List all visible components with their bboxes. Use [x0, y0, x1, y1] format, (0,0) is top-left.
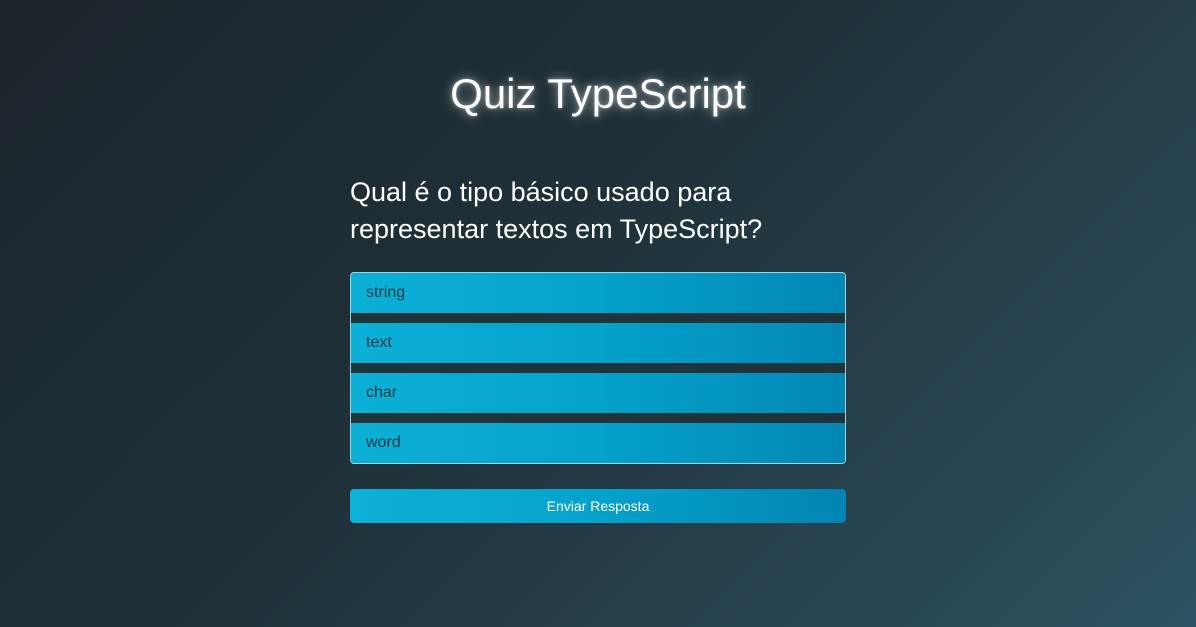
answer-options: string text char word — [350, 272, 846, 464]
submit-answer-button[interactable]: Enviar Resposta — [350, 489, 846, 523]
option-char[interactable]: char — [351, 363, 845, 413]
quiz-container: Qual é o tipo básico usado para represen… — [350, 174, 846, 523]
option-text[interactable]: text — [351, 313, 845, 363]
option-word[interactable]: word — [351, 413, 845, 463]
question-text: Qual é o tipo básico usado para represen… — [350, 177, 763, 244]
option-string[interactable]: string — [351, 273, 845, 313]
page-title: Quiz TypeScript — [450, 70, 746, 117]
